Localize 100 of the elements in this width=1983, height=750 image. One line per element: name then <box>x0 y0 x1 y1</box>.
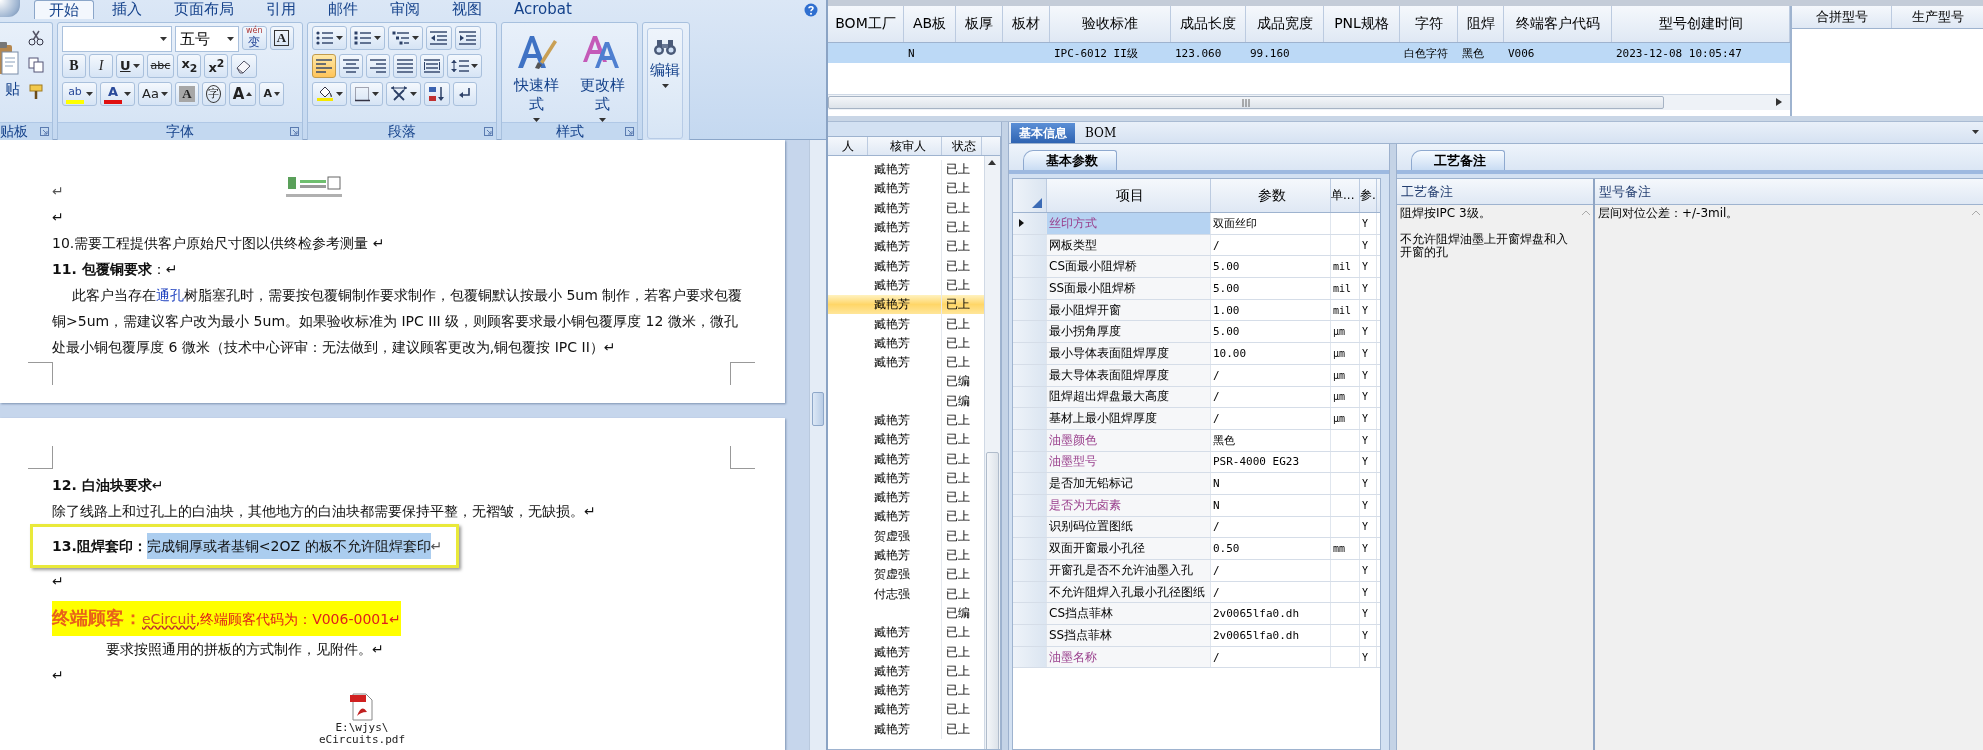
panel-tab[interactable]: 基本参数 <box>1023 150 1117 170</box>
link-text[interactable]: eCircuit <box>142 611 196 627</box>
clear-format-button[interactable] <box>231 54 258 78</box>
paste-button[interactable]: 贴 <box>0 26 20 122</box>
font-color-button[interactable]: A <box>100 82 135 106</box>
change-styles-button[interactable]: 更改样式 <box>572 26 633 122</box>
grow-font-button[interactable]: A <box>228 82 257 106</box>
list-row[interactable]: 付志强 已上 <box>828 584 984 604</box>
link-text[interactable]: 通孔 <box>156 287 184 303</box>
borders-button[interactable] <box>350 82 383 106</box>
list-row[interactable]: 臧艳芳 已上 <box>828 333 984 353</box>
list-row[interactable]: 臧艳芳 已上 <box>828 217 984 238</box>
list-row[interactable]: 已编 <box>828 391 984 411</box>
list-row[interactable]: 臧艳芳 已上 <box>828 661 984 681</box>
column-header[interactable]: PNL规格 <box>1324 6 1400 42</box>
column-header[interactable]: 板材 <box>1003 6 1050 42</box>
list-row[interactable]: 臧艳芳 已上 <box>828 719 984 739</box>
list-row[interactable]: 已编 <box>828 603 984 624</box>
list-row[interactable]: 臧艳芳 已上 <box>828 256 984 276</box>
column-header[interactable]: 项目 <box>1047 179 1211 212</box>
numbering-button[interactable] <box>350 26 385 50</box>
row-header[interactable] <box>1013 213 1047 234</box>
list-row[interactable]: 贺虚强 已上 <box>828 565 984 585</box>
ribbon-tab[interactable]: 插入 <box>98 0 156 19</box>
panel-tab[interactable]: 基本信息 <box>1011 123 1075 143</box>
multilevel-list-button[interactable] <box>388 26 423 50</box>
editing-button[interactable]: 编辑 <box>647 28 683 139</box>
column-header[interactable]: 参. <box>1360 179 1377 212</box>
ribbon-tab[interactable]: Acrobat <box>500 0 586 19</box>
list-row[interactable]: 臧艳芳 已上 <box>828 198 984 218</box>
scrollbar[interactable] <box>984 156 1000 749</box>
list-row[interactable]: 臧艳芳 已上 <box>828 352 984 373</box>
column-header[interactable]: 终端客户代码 <box>1504 6 1612 42</box>
list-row[interactable]: 臧艳芳 已上 <box>828 410 984 431</box>
justify-button[interactable] <box>393 54 417 78</box>
column-header[interactable]: 合拼型号 <box>1792 6 1892 28</box>
superscript-button[interactable]: x$^{2}$ <box>204 54 229 78</box>
grid-row[interactable]: N IPC-6012 II级 123.060 99.160 白色字符 黑色 V006 2023-12-08 10:05:47 <box>828 43 1790 63</box>
line-spacing-button[interactable] <box>447 54 482 78</box>
font-name-field[interactable] <box>62 26 172 52</box>
column-header[interactable]: 人 <box>828 137 868 155</box>
character-shading-button[interactable]: A <box>174 82 199 106</box>
distribute-button[interactable] <box>420 54 444 78</box>
list-row[interactable]: 臧艳芳 已上 <box>828 545 984 566</box>
scrollbar[interactable] <box>828 94 1790 110</box>
sort-button[interactable] <box>424 82 450 106</box>
list-row[interactable]: 臧艳芳 已上 <box>828 430 984 450</box>
list-row[interactable]: 臧艳芳 已上 <box>828 700 984 720</box>
phonetic-guide-button[interactable]: wén 变 <box>242 26 267 50</box>
font-size-field[interactable]: 五号 <box>175 26 239 52</box>
ribbon-tab[interactable]: 视图 <box>438 0 496 19</box>
underline-button[interactable]: U <box>116 54 144 78</box>
column-header[interactable]: 单... <box>1331 179 1360 212</box>
list-row[interactable]: 臧艳芳 已上 <box>828 295 984 315</box>
list-row[interactable]: 臧艳芳 已上 <box>828 488 984 508</box>
list-row[interactable]: 臧艳芳 已上 <box>828 237 984 257</box>
highlight-button[interactable]: ab <box>62 82 97 106</box>
column-header[interactable]: 板厚 <box>956 6 1003 42</box>
asian-layout-button[interactable] <box>386 82 421 106</box>
column-header[interactable]: AB板 <box>904 6 956 42</box>
list-row[interactable]: 臧艳芳 已上 <box>828 681 984 701</box>
bullets-button[interactable] <box>312 26 347 50</box>
column-header[interactable]: 成品长度 <box>1171 6 1246 42</box>
decrease-indent-button[interactable] <box>426 26 452 50</box>
column-header[interactable]: 阻焊 <box>1458 6 1504 42</box>
strikethrough-button[interactable]: abc <box>146 54 175 78</box>
character-border-button[interactable]: A <box>269 26 294 50</box>
panel-tab[interactable]: BOM <box>1077 123 1125 143</box>
help-icon[interactable] <box>804 2 818 17</box>
list-row[interactable]: 臧艳芳 已上 <box>828 623 984 643</box>
dialog-launcher-icon[interactable] <box>40 127 49 136</box>
dialog-launcher-icon[interactable] <box>290 127 299 136</box>
column-header[interactable]: 字符 <box>1400 6 1458 42</box>
shrink-font-button[interactable]: A <box>259 82 284 106</box>
dialog-launcher-icon[interactable] <box>484 127 493 136</box>
column-header[interactable]: 核审人 <box>868 137 942 155</box>
ribbon-tab[interactable]: 开始 <box>34 0 94 19</box>
panel-tab[interactable]: 工艺备注 <box>1411 150 1505 170</box>
ribbon-tab[interactable]: 邮件 <box>314 0 372 19</box>
column-header[interactable]: 参数 <box>1211 179 1331 212</box>
list-row[interactable]: 臧艳芳 已上 <box>828 314 984 334</box>
dialog-launcher-icon[interactable] <box>625 127 634 136</box>
increase-indent-button[interactable] <box>455 26 481 50</box>
ribbon-tab[interactable]: 审阅 <box>376 0 434 19</box>
column-header[interactable]: 生产型号 <box>1892 6 1983 28</box>
column-header[interactable]: 成品宽度 <box>1246 6 1324 42</box>
ribbon-tab[interactable]: 引用 <box>252 0 310 19</box>
ribbon-tab[interactable]: 页面布局 <box>160 0 248 19</box>
list-row[interactable]: 贺虚强 已上 <box>828 526 984 546</box>
list-row[interactable]: 臧艳芳 已上 <box>828 160 984 180</box>
italic-button[interactable]: I <box>89 54 113 78</box>
splitter[interactable] <box>1389 144 1397 750</box>
align-right-button[interactable] <box>366 54 390 78</box>
list-row[interactable]: 臧艳芳 已上 <box>828 449 984 469</box>
scrollbar[interactable] <box>809 140 826 750</box>
column-header[interactable]: 验收标准 <box>1050 6 1171 42</box>
align-center-button[interactable] <box>339 54 363 78</box>
enclose-character-button[interactable]: 字 <box>201 82 226 106</box>
bold-button[interactable]: B <box>62 54 86 78</box>
office-button[interactable] <box>0 0 20 17</box>
